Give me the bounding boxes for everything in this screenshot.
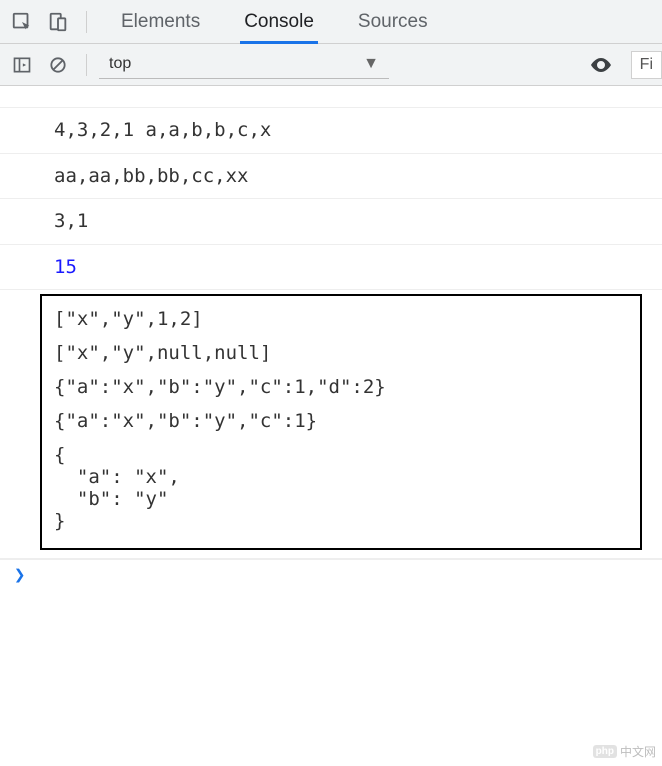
console-sidebar-toggle-icon[interactable]: [10, 53, 34, 77]
log-line: { "a": "x", "b": "y" }: [54, 438, 628, 538]
log-row: 15: [0, 245, 662, 291]
log-row-truncated: [0, 86, 662, 108]
execution-context-label: top: [109, 55, 131, 73]
log-line: {"a":"x","b":"y","c":1}: [54, 404, 628, 438]
log-line: ["x","y",1,2]: [54, 302, 628, 336]
console-prompt[interactable]: ❯: [0, 559, 662, 590]
clear-console-icon[interactable]: [46, 53, 70, 77]
log-row: 3,1: [0, 199, 662, 245]
tab-console[interactable]: Console: [222, 0, 336, 43]
execution-context-select[interactable]: top ▼: [99, 51, 389, 79]
device-toggle-icon[interactable]: [46, 10, 70, 34]
log-boxed-group: ["x","y",1,2] ["x","y",null,null] {"a":"…: [40, 294, 642, 550]
tab-sources[interactable]: Sources: [336, 0, 450, 43]
filter-placeholder: Fi: [640, 56, 653, 74]
console-toolbar: top ▼ Fi: [0, 44, 662, 86]
tab-elements[interactable]: Elements: [99, 0, 222, 43]
live-expression-icon[interactable]: [589, 53, 613, 77]
watermark-text: 中文网: [620, 743, 656, 760]
prompt-arrow-icon: ❯: [14, 564, 25, 586]
inspect-element-icon[interactable]: [10, 10, 34, 34]
watermark-badge: php: [593, 745, 617, 758]
filter-input[interactable]: Fi: [631, 51, 662, 79]
devtools-tabs-bar: Elements Console Sources: [0, 0, 662, 44]
log-line: {"a":"x","b":"y","c":1,"d":2}: [54, 370, 628, 404]
log-row: aa,aa,bb,bb,cc,xx: [0, 154, 662, 200]
chevron-down-icon: ▼: [363, 55, 379, 73]
log-number: 15: [54, 256, 77, 278]
separator: [86, 54, 87, 76]
console-output: 4,3,2,1 a,a,b,b,c,x aa,aa,bb,bb,cc,xx 3,…: [0, 86, 662, 590]
separator: [86, 11, 87, 33]
log-line: ["x","y",null,null]: [54, 336, 628, 370]
log-row: 4,3,2,1 a,a,b,b,c,x: [0, 108, 662, 154]
watermark: php 中文网: [593, 743, 656, 760]
